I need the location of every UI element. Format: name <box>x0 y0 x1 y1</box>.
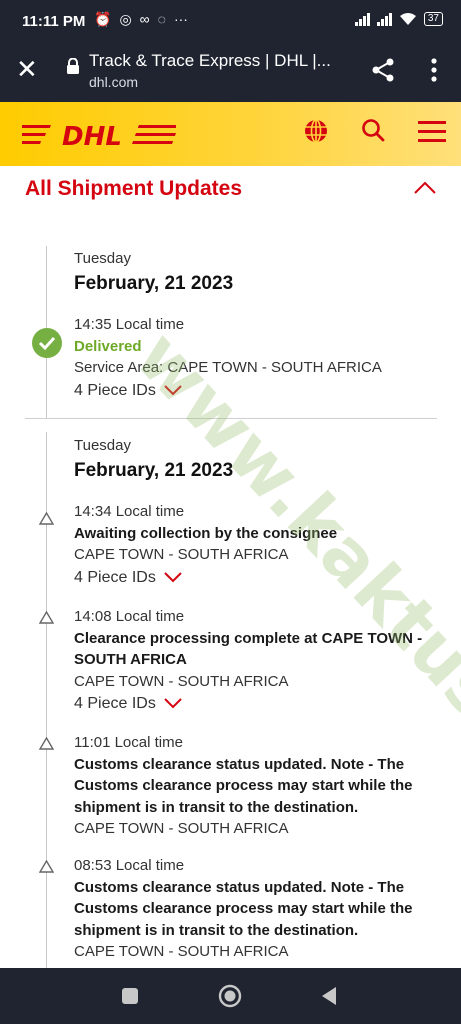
lock-icon <box>67 58 79 74</box>
piece-ids-label: 4 Piece IDs <box>74 695 156 712</box>
piece-ids-toggle[interactable]: 4 Piece IDs <box>74 567 182 589</box>
recents-button[interactable] <box>121 987 139 1005</box>
alarm-icon: ⏰ <box>94 11 112 27</box>
wifi-icon <box>399 13 416 25</box>
more-dots-icon: ··· <box>173 11 188 27</box>
event-description: Awaiting collection by the consignee <box>74 524 338 542</box>
status-bar: 11:11 PM ⏰ ◎ ∞ ◌ ··· 37 <box>0 0 461 44</box>
piece-ids-label: 4 Piece IDs <box>74 568 156 586</box>
dhl-logo-text: DHL <box>62 122 122 148</box>
chevron-up-icon[interactable] <box>413 180 437 196</box>
event-time: 14:34 Local time <box>74 503 185 520</box>
group-day: Tuesday <box>74 250 131 267</box>
event-location: CAPE TOWN - SOUTH AFRICA <box>74 672 289 690</box>
chevron-down-icon <box>164 572 182 583</box>
delivered-check-icon <box>32 328 62 358</box>
sync-icon: ◌ <box>157 11 166 27</box>
event-location: CAPE TOWN - SOUTH AFRICA <box>74 820 289 837</box>
piece-ids-label: 4 Piece IDs <box>74 381 156 399</box>
triangle-marker-icon <box>39 512 54 525</box>
whatsapp-icon: ◎ <box>119 11 132 27</box>
section-title: All Shipment Updates <box>25 177 243 200</box>
globe-icon[interactable] <box>303 118 329 144</box>
event-time: 14:08 Local time <box>74 608 185 625</box>
event-description: Customs clearance status updated. Note -… <box>74 755 413 816</box>
group-date: February, 21 2023 <box>74 460 234 481</box>
event-customs-status: 08:53 Local time Customs clearance statu… <box>74 855 439 963</box>
notification-icons: ⏰ ◎ ∞ ◌ ··· <box>94 11 188 28</box>
home-button[interactable] <box>218 984 242 1008</box>
link-icon: ∞ <box>139 11 150 27</box>
status-time: 11:11 PM <box>22 13 86 30</box>
event-clearance-complete: 14:08 Local time Clearance processing co… <box>74 606 446 715</box>
event-delivered: 14:35 Local time Delivered Service Area:… <box>74 314 439 401</box>
chevron-down-icon <box>164 385 182 396</box>
event-location: CAPE TOWN - SOUTH AFRICA <box>74 546 289 563</box>
android-nav-bar <box>0 968 461 1024</box>
triangle-marker-icon <box>39 611 54 624</box>
event-description: Clearance processing complete at CAPE TO… <box>74 629 423 669</box>
piece-ids-toggle[interactable]: 4 Piece IDs <box>74 693 182 715</box>
group-divider <box>25 418 437 419</box>
system-icons: 37 <box>354 12 443 26</box>
page-title: Track & Trace Express | DHL |... <box>89 51 331 70</box>
dhl-header: DHL <box>0 102 461 166</box>
dhl-logo[interactable]: DHL <box>22 122 176 148</box>
event-customs-status: 11:01 Local time Customs clearance statu… <box>74 732 439 840</box>
event-awaiting-collection: 14:34 Local time Awaiting collection by … <box>74 501 439 588</box>
chevron-down-icon <box>164 698 182 709</box>
group-day: Tuesday <box>74 437 131 454</box>
event-location: CAPE TOWN - SOUTH AFRICA <box>74 943 289 960</box>
event-time: 14:35 Local time <box>74 316 185 333</box>
event-description: Customs clearance status updated. Note -… <box>74 878 413 939</box>
browser-toolbar: ✕ Track & Trace Express | DHL |... dhl.c… <box>0 44 461 102</box>
share-icon[interactable] <box>370 57 396 83</box>
piece-ids-toggle[interactable]: 4 Piece IDs <box>74 380 182 402</box>
signal-2-icon <box>376 12 392 26</box>
close-tab-button[interactable]: ✕ <box>16 56 38 82</box>
triangle-marker-icon <box>39 860 54 873</box>
event-time: 11:01 Local time <box>74 734 183 751</box>
event-time: 08:53 Local time <box>74 857 185 874</box>
group-date: February, 21 2023 <box>74 273 234 294</box>
signal-1-icon <box>354 12 370 26</box>
event-location: Service Area: CAPE TOWN - SOUTH AFRICA <box>74 359 382 376</box>
back-button[interactable] <box>320 986 338 1006</box>
event-status: Delivered <box>74 337 142 355</box>
battery-icon: 37 <box>423 12 443 26</box>
triangle-marker-icon <box>39 737 54 750</box>
page-url[interactable]: dhl.com <box>89 74 138 90</box>
search-icon[interactable] <box>361 118 385 142</box>
more-vert-icon[interactable] <box>424 56 444 84</box>
menu-icon[interactable] <box>418 118 446 144</box>
